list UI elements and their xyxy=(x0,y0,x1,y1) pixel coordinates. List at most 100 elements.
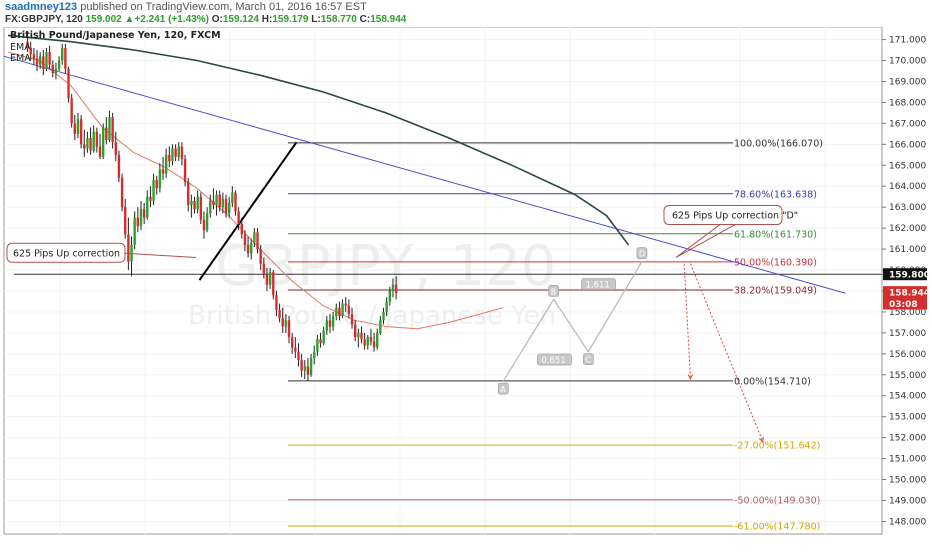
fib-level-label: -27.00%(151.642) xyxy=(734,441,820,452)
candle-body xyxy=(319,339,322,344)
candle-body xyxy=(224,198,228,214)
candle-body xyxy=(237,211,240,224)
candle-body xyxy=(313,351,316,359)
tick-label: 165.000 xyxy=(889,161,926,171)
candle-body xyxy=(234,192,237,212)
price-axis[interactable]: 148.000 149.000 150.000 151.000 152.000 153.0… xyxy=(881,27,930,534)
tick-label: 152.000 xyxy=(889,434,926,444)
candle-body xyxy=(250,242,253,254)
candle-body xyxy=(196,196,199,210)
tick-label: 156.000 xyxy=(889,350,926,360)
candle-body xyxy=(372,341,376,348)
candle-body xyxy=(108,117,111,141)
candle-body xyxy=(259,249,262,264)
tick-label: 161.000 xyxy=(889,245,926,255)
tick-label: 169.000 xyxy=(889,77,926,87)
candle-body xyxy=(158,169,162,189)
candle-body xyxy=(290,337,294,348)
author-link[interactable]: saadmney123 xyxy=(5,1,77,13)
fib-level-label: 100.00%(166.070) xyxy=(734,138,823,149)
candle-body xyxy=(127,234,130,262)
symbol-label: FX:GBPJPY, 120 xyxy=(5,14,83,25)
candle-body xyxy=(57,60,61,69)
candle-body xyxy=(67,68,70,99)
candle-body xyxy=(382,311,385,321)
candle-body xyxy=(341,303,344,317)
watermark-name: British Pound / Japanese Yen xyxy=(188,301,556,331)
harmonic-point-label: B xyxy=(551,287,557,296)
candle-body xyxy=(202,219,206,231)
candle-body xyxy=(177,146,180,157)
tick-label: 151.000 xyxy=(889,455,926,465)
candle-body xyxy=(180,146,184,159)
candle-body xyxy=(73,123,77,134)
candle-body xyxy=(51,64,54,74)
candle-body xyxy=(95,131,99,147)
candle-body xyxy=(353,324,357,338)
candle-body xyxy=(325,320,329,331)
candle-body xyxy=(70,98,73,124)
price-value: 159.002 xyxy=(85,14,122,25)
watermark-symbol: GBPJPY, 120 xyxy=(215,234,556,299)
candle-body xyxy=(168,154,171,162)
candle-body xyxy=(265,274,269,285)
candle-body xyxy=(322,330,325,344)
fib-level-label: -61.00%(147.780) xyxy=(734,522,820,533)
tick-label: 167.000 xyxy=(889,119,926,129)
candle-body xyxy=(45,52,48,69)
candle-body xyxy=(338,307,341,317)
price-chart[interactable]: GBPJPY, 120 British Pound / Japanese Yen… xyxy=(0,26,932,550)
candle-body xyxy=(246,244,250,254)
candle-body xyxy=(183,158,187,183)
candle-body xyxy=(117,154,121,178)
close-value: 158.944 xyxy=(370,14,407,25)
candle-body xyxy=(101,127,105,157)
candle-body xyxy=(142,209,146,218)
fib-level-label: 38.20%(159.049) xyxy=(734,285,817,296)
candle-body xyxy=(171,148,174,162)
candle-body xyxy=(124,207,127,235)
candle-body xyxy=(394,284,398,294)
price-tag-label: 158.944 xyxy=(889,289,930,299)
candle-body xyxy=(309,358,313,375)
candle-body xyxy=(331,316,335,327)
candle-body xyxy=(161,169,165,174)
candle-body xyxy=(231,192,234,203)
open-value: 159.124 xyxy=(222,14,259,25)
candle-body xyxy=(272,272,275,296)
fib-level-label: 61.80%(161.730) xyxy=(734,229,817,240)
chart-area[interactable]: GBPJPY, 120 British Pound / Japanese Yen… xyxy=(0,26,932,550)
harmonic-point-label: A xyxy=(500,385,506,394)
watermark: GBPJPY, 120 British Pound / Japanese Yen xyxy=(188,234,556,331)
candle-body xyxy=(243,234,247,245)
high-label: H: xyxy=(261,14,273,25)
candle-body xyxy=(190,200,193,206)
high-value: 159.179 xyxy=(272,14,309,25)
fib-level-label: 78.60%(163.638) xyxy=(734,189,817,200)
candle-body xyxy=(83,144,86,149)
candle-body xyxy=(209,200,212,214)
tick-label: 157.000 xyxy=(889,329,926,339)
candle-body xyxy=(363,339,366,346)
harmonic-ratio-label: 0.651 xyxy=(541,356,565,366)
candle-body xyxy=(369,337,373,342)
legend-ema-1: EMA xyxy=(10,42,31,53)
candle-body xyxy=(335,307,338,317)
chart-title: British Pound/Japanese Yen, 120, FXCM xyxy=(10,30,221,41)
candle-body xyxy=(98,146,102,157)
candle-body xyxy=(42,56,45,69)
candle-body xyxy=(350,314,354,325)
tick-label: 171.000 xyxy=(889,36,926,46)
candle-body xyxy=(366,337,369,346)
candle-body xyxy=(347,305,351,315)
open-label: O: xyxy=(211,14,223,25)
candle-body xyxy=(218,194,221,208)
fib-level-label: 50.00%(160.390) xyxy=(734,257,817,268)
candle-body xyxy=(262,263,266,275)
candle-body xyxy=(64,47,67,69)
candle-body xyxy=(240,223,243,235)
price-tag-label: 159.800 xyxy=(889,271,930,281)
candle-body xyxy=(227,202,231,214)
candle-body xyxy=(379,320,382,333)
candle-body xyxy=(287,320,291,338)
